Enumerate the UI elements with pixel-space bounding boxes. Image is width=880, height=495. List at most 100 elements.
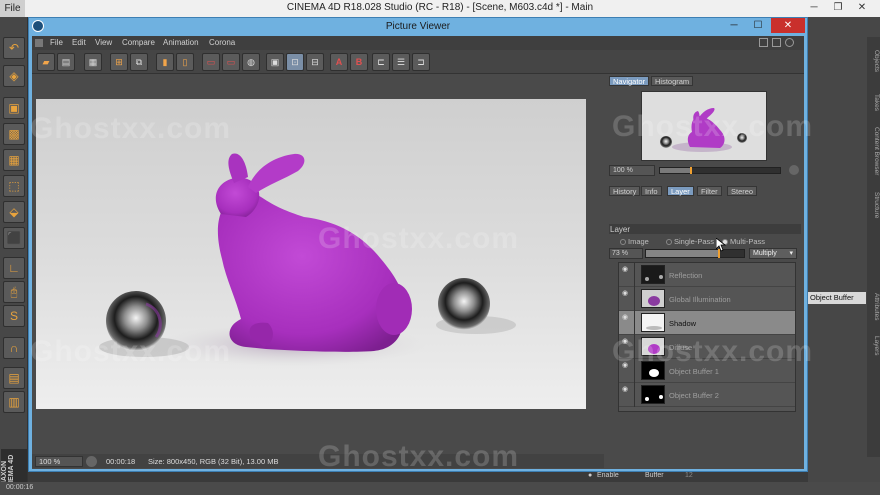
- tab-history[interactable]: History: [609, 186, 641, 196]
- picture-viewer-title: Picture Viewer: [385, 21, 451, 32]
- tab-objects[interactable]: Objects: [867, 41, 880, 81]
- frame-back-icon[interactable]: ⊏: [372, 53, 390, 71]
- menu-corona[interactable]: Corona: [209, 38, 235, 47]
- grid-icon[interactable]: ▥: [3, 391, 25, 413]
- blend-mode-select[interactable]: Multiply ▾: [749, 248, 797, 259]
- tab-structure[interactable]: Structure: [867, 185, 880, 225]
- layer-opacity-field[interactable]: 73 %: [609, 248, 643, 259]
- layer-section-label: Layer: [610, 225, 631, 234]
- lock-icon[interactable]: ▤: [3, 367, 25, 389]
- layer-name: Shadow: [669, 319, 697, 328]
- pv-close-button[interactable]: ✕: [771, 18, 805, 33]
- set-a-icon[interactable]: ▣: [266, 53, 284, 71]
- tab-layers[interactable]: Layers: [867, 331, 880, 361]
- close-button[interactable]: ✕: [851, 1, 873, 15]
- buffer-value[interactable]: 12: [685, 472, 693, 479]
- watermark: Ghostxx.com: [30, 112, 232, 145]
- mode-image-label: Image: [628, 237, 649, 246]
- menu-edit[interactable]: Edit: [72, 38, 86, 47]
- fullscreen-icon[interactable]: ⊟: [306, 53, 324, 71]
- eye-icon[interactable]: ◉: [622, 289, 632, 297]
- swap-icon[interactable]: ▭: [222, 53, 240, 71]
- tab-layer[interactable]: Layer: [667, 186, 694, 196]
- minimize-button[interactable]: ─: [803, 1, 825, 15]
- globe-icon[interactable]: ◍: [242, 53, 260, 71]
- texture-mode-icon[interactable]: ▩: [3, 123, 25, 145]
- enable-checkbox-icon[interactable]: ●: [588, 472, 592, 479]
- mouse-icon[interactable]: 🖰: [3, 281, 25, 303]
- layer-row-shadow[interactable]: ◉ Shadow: [619, 311, 795, 335]
- pv-maximize-button[interactable]: ☐: [747, 18, 769, 33]
- model-mode-icon[interactable]: ◈: [3, 65, 25, 87]
- frame-list-icon[interactable]: ☰: [392, 53, 410, 71]
- enable-label: Enable: [597, 472, 619, 479]
- tab-navigator[interactable]: Navigator: [609, 76, 650, 86]
- cube-icon[interactable]: ▣: [3, 97, 25, 119]
- picture-viewer-titlebar: Picture Viewer ─ ☐ ✕: [29, 18, 807, 36]
- layer-opacity-slider[interactable]: [645, 249, 745, 258]
- menu-compare[interactable]: Compare: [122, 38, 155, 47]
- menu-file[interactable]: File: [50, 38, 63, 47]
- layout-icon[interactable]: [759, 38, 768, 47]
- stop-render-icon[interactable]: ▮: [156, 53, 174, 71]
- viewer-zoom-value: 100 %: [39, 457, 61, 466]
- open-icon[interactable]: ▰: [37, 53, 55, 71]
- tab-attributes[interactable]: Attributes: [867, 287, 880, 327]
- copy-icon[interactable]: ⧉: [130, 53, 148, 71]
- navigator-zoom-slider[interactable]: [659, 167, 781, 174]
- tab-content-browser[interactable]: Content Browser: [867, 121, 880, 181]
- points-mode-icon[interactable]: ⬚: [3, 175, 25, 197]
- right-vertical-tabs: Objects Takes Content Browser Structure …: [867, 37, 880, 457]
- navigator-zoom-knob[interactable]: [690, 167, 692, 174]
- tab-histogram[interactable]: Histogram: [651, 76, 694, 86]
- mode-multi-pass-radio[interactable]: Multi-Pass: [722, 237, 765, 246]
- object-buffer-tag[interactable]: Object Buffer: [808, 292, 866, 304]
- navigator-zoom-field[interactable]: 100 %: [609, 165, 655, 176]
- layer-row-object-buffer-2[interactable]: ◉ Object Buffer 2: [619, 383, 795, 407]
- frame-forward-icon[interactable]: ⊐: [412, 53, 430, 71]
- pv-minimize-button[interactable]: ─: [723, 18, 745, 33]
- tab-stereo[interactable]: Stereo: [727, 186, 758, 196]
- zoom-arrow-icon[interactable]: [86, 456, 97, 467]
- crop-icon[interactable]: ⊞: [110, 53, 128, 71]
- watermark: Ghostxx.com: [318, 440, 520, 473]
- layer-thumbnail: [641, 265, 665, 284]
- edges-mode-icon[interactable]: ⬙: [3, 201, 25, 223]
- viewer-zoom-field[interactable]: 100 %: [35, 456, 83, 467]
- chevron-down-icon: ▾: [789, 250, 793, 257]
- mode-multi-pass-label: Multi-Pass: [730, 237, 766, 246]
- menu-animation[interactable]: Animation: [163, 38, 199, 47]
- restore-button[interactable]: ❐: [827, 1, 849, 15]
- move-icon[interactable]: [785, 38, 794, 47]
- save-icon[interactable]: ▤: [57, 53, 75, 71]
- polygons-mode-icon[interactable]: ⬛: [3, 227, 25, 249]
- set-a-letter-icon[interactable]: A: [330, 53, 348, 71]
- render-settings-icon[interactable]: ▦: [84, 53, 102, 71]
- blend-mode-value: Multiply: [753, 250, 777, 257]
- split-icon[interactable]: [772, 38, 781, 47]
- fit-view-icon[interactable]: ⊡: [286, 53, 304, 71]
- workplane-icon[interactable]: ▦: [3, 149, 25, 171]
- ab-compare-icon[interactable]: ▭: [202, 53, 220, 71]
- menu-view[interactable]: View: [95, 38, 112, 47]
- tab-info[interactable]: Info: [641, 186, 662, 196]
- eye-icon[interactable]: ◉: [622, 265, 632, 273]
- render-region-icon[interactable]: ▯: [176, 53, 194, 71]
- eye-icon[interactable]: ◉: [622, 385, 632, 393]
- eye-icon[interactable]: ◉: [622, 313, 632, 321]
- set-b-letter-icon[interactable]: B: [350, 53, 368, 71]
- snap-icon[interactable]: S: [3, 305, 25, 327]
- navigator-zoom-button[interactable]: [789, 165, 799, 175]
- magnet-icon[interactable]: ∩: [3, 337, 25, 359]
- navigator-zoom-fill: [660, 168, 690, 173]
- layer-row-global-illumination[interactable]: ◉ Global Illumination: [619, 287, 795, 311]
- radio-image-dot: [620, 239, 626, 246]
- layer-row-reflection[interactable]: ◉ Reflection: [619, 263, 795, 287]
- undo-icon[interactable]: ↶: [3, 37, 25, 59]
- axis-icon[interactable]: ∟: [3, 257, 25, 279]
- tab-filter[interactable]: Filter: [697, 186, 722, 196]
- tab-takes[interactable]: Takes: [867, 87, 880, 117]
- mode-image-radio[interactable]: Image: [620, 237, 649, 246]
- bottom-status-bar: 00:00:16: [0, 482, 880, 495]
- mode-single-pass-radio[interactable]: Single-Pass: [666, 237, 714, 246]
